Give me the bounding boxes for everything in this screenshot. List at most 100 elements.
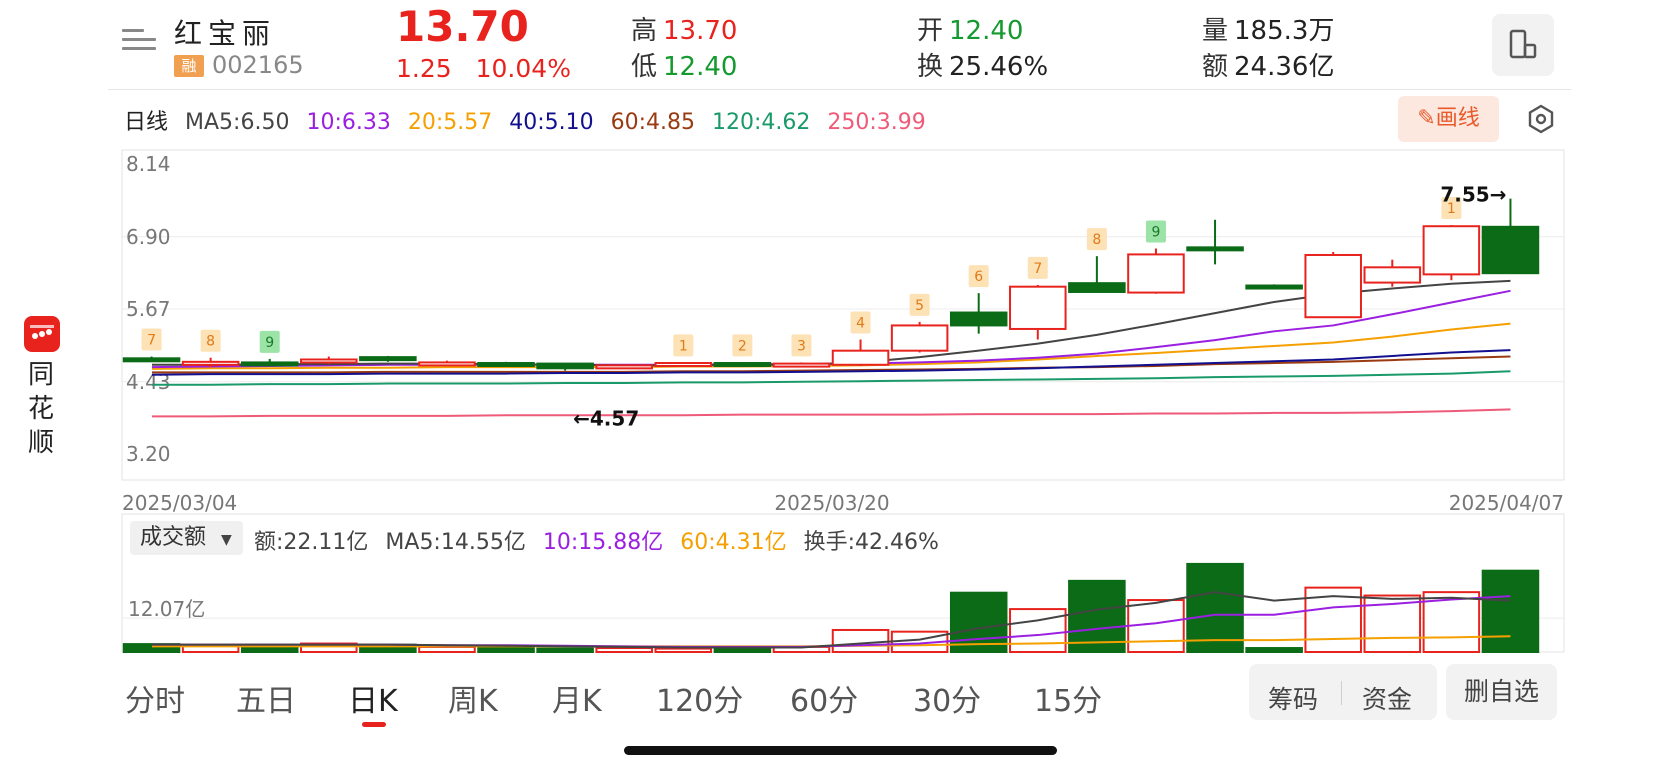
- margin-badge: 融: [174, 55, 204, 77]
- draw-line-button[interactable]: ✎画线: [1398, 96, 1499, 142]
- ma10-line: [151, 289, 1511, 369]
- signal-tag-label: 9: [265, 335, 274, 351]
- ma120-label: 120:4.62: [712, 110, 811, 135]
- volume_ma5-line: [152, 591, 1511, 649]
- signal-tag: [1441, 197, 1462, 220]
- brand-name: 同花顺: [27, 360, 54, 458]
- tab-15min[interactable]: 15分: [1034, 676, 1102, 720]
- volume-bar: [477, 646, 535, 654]
- tab-monthly-k[interactable]: 月K: [552, 676, 602, 720]
- signal-tag: [141, 328, 162, 351]
- low-field: 低 12.40: [631, 46, 737, 83]
- volume-bar: [181, 644, 240, 653]
- volume-field: 量 185.3万: [1202, 10, 1334, 47]
- indicator-dropdown[interactable]: 成交额 ▼: [130, 521, 243, 555]
- indicator-dropdown-label: 成交额: [140, 525, 207, 550]
- volume-bar: [949, 591, 1008, 653]
- candle: [1363, 266, 1422, 284]
- signal-tag-label: 7: [147, 333, 156, 349]
- pill-divider: [1341, 681, 1342, 705]
- high-label: 高: [631, 16, 658, 46]
- candle: [713, 362, 772, 368]
- candle: [595, 364, 653, 370]
- tab-30min[interactable]: 30分: [913, 676, 981, 720]
- candle: [359, 356, 417, 362]
- menu-icon[interactable]: [122, 26, 156, 54]
- header-divider: [108, 89, 1571, 90]
- candle: [300, 358, 358, 364]
- remove-favorite-button[interactable]: 删自选: [1446, 664, 1557, 720]
- ma60-line: [152, 355, 1511, 374]
- signal-tag-label: 1: [1447, 201, 1456, 217]
- candle: [1127, 253, 1185, 294]
- volume-bar: [1422, 591, 1481, 653]
- volume-bar: [1481, 569, 1540, 654]
- volume-bar: [1245, 647, 1303, 653]
- turnover-label: 换: [917, 52, 944, 82]
- ma120-line: [152, 370, 1511, 386]
- tab-120min[interactable]: 120分: [656, 676, 743, 720]
- candle: [654, 362, 713, 368]
- candle: [1481, 225, 1540, 275]
- signal-tag: [850, 311, 871, 334]
- x-axis-date: 2025/03/04: [122, 491, 237, 515]
- y-tick-label: 3.20: [126, 442, 171, 466]
- open-value: 12.40: [949, 16, 1024, 46]
- ma5-line: [152, 279, 1511, 367]
- signal-tag-label: 4: [856, 316, 865, 332]
- tonghuashun-logo[interactable]: [24, 316, 60, 352]
- signal-tag: [732, 334, 753, 357]
- tab-five-day[interactable]: 五日: [236, 676, 296, 720]
- ma40-label: 40:5.10: [509, 110, 594, 135]
- device-switch-icon: [1509, 29, 1537, 59]
- turnover-field: 换 25.46%: [917, 46, 1048, 83]
- y-tick-label: 6.90: [126, 225, 171, 249]
- change-amount: 1.25: [396, 54, 452, 83]
- signal-tag-label: 3: [797, 338, 806, 354]
- active-tab-indicator: [362, 722, 386, 727]
- candle: [1422, 225, 1481, 276]
- ma40-line: [151, 349, 1511, 376]
- candle: [418, 361, 476, 367]
- low-label: 低: [631, 52, 658, 82]
- candle: [1245, 284, 1303, 290]
- y-tick-label: 5.67: [126, 297, 171, 321]
- volume-bar: [1363, 594, 1422, 654]
- tab-weekly-k[interactable]: 周K: [448, 676, 498, 720]
- ma20-label: 20:5.57: [407, 110, 493, 135]
- candle: [1068, 282, 1126, 293]
- tab-intraday[interactable]: 分时: [125, 676, 185, 720]
- candle: [181, 360, 240, 366]
- high-field: 高 13.70: [631, 10, 737, 47]
- open-label: 开: [917, 16, 944, 46]
- signal-tag-label: 5: [915, 298, 924, 314]
- volume-turnover: 换手:42.46%: [803, 530, 939, 555]
- volume-amount: 额:22.11亿: [254, 530, 369, 555]
- tab-daily-k[interactable]: 日K: [348, 676, 398, 720]
- tab-60min[interactable]: 60分: [790, 676, 858, 720]
- home-indicator: [624, 746, 1057, 755]
- draw-line-label: 画线: [1435, 106, 1480, 131]
- volume-bar: [1304, 586, 1362, 654]
- ma250-label: 250:3.99: [827, 110, 926, 135]
- settings-icon[interactable]: [1526, 104, 1556, 134]
- funds-button[interactable]: 资金: [1362, 680, 1412, 716]
- ma20-line: [151, 322, 1511, 370]
- pencil-icon: ✎: [1417, 106, 1436, 131]
- volume-bar: [418, 645, 476, 654]
- volume-y-tick: 12.07亿: [128, 597, 205, 621]
- y-tick-label: 4.43: [126, 370, 171, 394]
- signal-tag: [1086, 228, 1107, 251]
- candle: [536, 362, 594, 370]
- ma250-line: [152, 408, 1511, 418]
- volume-ma60: 60:4.31亿: [680, 530, 787, 555]
- signal-tag-label: 8: [1092, 232, 1101, 248]
- volume-bar: [240, 644, 299, 653]
- chips-button[interactable]: 筹码: [1268, 680, 1318, 716]
- y-tick-label: 8.14: [126, 152, 171, 176]
- signal-tag-label: 8: [206, 334, 215, 350]
- device-switch-button[interactable]: [1492, 14, 1554, 76]
- candle: [1009, 285, 1067, 330]
- amount-label: 额: [1202, 52, 1229, 82]
- x-axis-date: 2025/03/20: [774, 491, 889, 515]
